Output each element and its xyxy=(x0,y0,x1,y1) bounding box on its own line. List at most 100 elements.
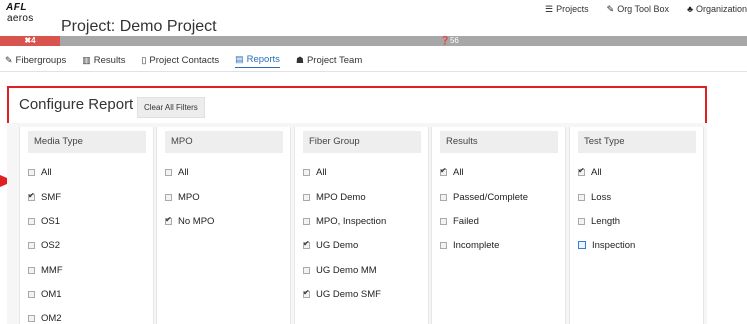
media-type-option-smf[interactable]: SMF xyxy=(28,190,61,204)
page-title: Project: Demo Project xyxy=(61,18,217,35)
results-option-incomplete[interactable]: Incomplete xyxy=(440,238,499,252)
media-type-option-os1[interactable]: OS1 xyxy=(28,214,60,228)
checkbox[interactable] xyxy=(303,193,310,201)
checkbox[interactable] xyxy=(28,241,35,249)
media-type-option-os2[interactable]: OS2 xyxy=(28,238,60,252)
report-icon: ▤ xyxy=(235,54,244,64)
option-label: MPO Demo xyxy=(316,191,366,203)
list-icon: ☰ xyxy=(545,3,554,14)
tab-label: Fibergroups xyxy=(15,54,67,66)
test-type-column: Test Type All Loss Length Inspection xyxy=(569,127,704,324)
media-type-option-om1[interactable]: OM1 xyxy=(28,287,62,301)
test-type-option-length[interactable]: Length xyxy=(578,214,620,228)
option-label: No MPO xyxy=(178,215,215,227)
alert-count-badge[interactable]: ✖4 xyxy=(0,36,60,46)
mpo-column: MPO All MPO No MPO xyxy=(156,127,291,324)
results-option-passed-complete[interactable]: Passed/Complete xyxy=(440,190,528,204)
results-column: Results All Passed/Complete Failed Incom… xyxy=(431,127,566,324)
checkbox[interactable] xyxy=(440,193,447,201)
option-label: MPO xyxy=(178,191,200,203)
option-label: All xyxy=(41,166,52,178)
checkbox[interactable] xyxy=(440,166,447,176)
tab-reports[interactable]: ▤ Reports xyxy=(235,52,280,68)
logo-brand: AFL xyxy=(6,2,27,13)
option-label: Incomplete xyxy=(453,239,500,251)
checkbox[interactable] xyxy=(28,290,35,298)
checkbox[interactable] xyxy=(578,166,585,176)
tab-project-contacts[interactable]: ▯ Project Contacts xyxy=(141,52,219,68)
fiber-group-option-mpo-demo[interactable]: MPO Demo xyxy=(303,190,366,204)
option-label: All xyxy=(453,166,464,178)
configure-report-title: Configure Report xyxy=(19,96,134,113)
option-label: UG Demo MM xyxy=(316,264,377,276)
wrench-icon: ✎ xyxy=(5,54,13,65)
media-type-option-all[interactable]: All xyxy=(28,165,52,179)
notification-bar: ✖4 ❓56 xyxy=(0,36,747,46)
mpo-option-no-mpo[interactable]: No MPO xyxy=(165,214,214,228)
tab-project-team[interactable]: ☗ Project Team xyxy=(296,52,362,68)
option-label: OM2 xyxy=(41,312,62,324)
checkbox[interactable] xyxy=(578,217,585,225)
sitemap-icon: ♣ xyxy=(687,4,693,14)
results-option-all[interactable]: All xyxy=(440,165,464,179)
fiber-group-header: Fiber Group xyxy=(303,131,421,153)
test-type-header: Test Type xyxy=(578,131,696,153)
checkbox[interactable] xyxy=(28,217,35,225)
afl-aeros-logo: AFL aeros xyxy=(6,2,46,24)
checkbox[interactable] xyxy=(28,168,35,176)
option-label: OS2 xyxy=(41,239,61,251)
tab-fibergroups[interactable]: ✎ Fibergroups xyxy=(5,52,66,68)
filter-panel: Media Type All SMF OS1 OS2 MMF OM1 OM2 M… xyxy=(7,123,707,324)
tab-label: Project Contacts xyxy=(149,54,220,66)
media-type-option-om2[interactable]: OM2 xyxy=(28,311,62,324)
option-label: OM1 xyxy=(41,288,62,300)
wrench-icon: ✎ xyxy=(606,3,615,14)
checkbox[interactable] xyxy=(165,168,172,176)
checkbox[interactable] xyxy=(303,239,310,249)
org-toolbox-link[interactable]: ✎ Org Tool Box xyxy=(607,2,669,16)
address-book-icon: ▯ xyxy=(141,54,147,65)
checkbox[interactable] xyxy=(303,168,310,176)
checkbox[interactable] xyxy=(303,266,310,274)
option-label: Failed xyxy=(453,215,479,227)
media-type-column: Media Type All SMF OS1 OS2 MMF OM1 OM2 xyxy=(19,127,154,324)
configure-report-highlight: Configure Report Clear All Filters Media… xyxy=(7,86,707,324)
projects-link[interactable]: ☰ Projects xyxy=(545,2,589,16)
media-type-option-mmf[interactable]: MMF xyxy=(28,263,63,277)
top-nav: ☰ Projects ✎ Org Tool Box ♣ Organization xyxy=(545,2,747,16)
checkbox[interactable] xyxy=(165,193,172,201)
fiber-group-option-mpo-inspection[interactable]: MPO, Inspection xyxy=(303,214,386,228)
organization-link[interactable]: ♣ Organization xyxy=(687,2,747,16)
mpo-option-mpo[interactable]: MPO xyxy=(165,190,200,204)
checkbox[interactable] xyxy=(578,241,586,249)
checkbox[interactable] xyxy=(28,266,35,274)
fiber-group-option-ug-demo-smf[interactable]: UG Demo SMF xyxy=(303,287,381,301)
checkbox[interactable] xyxy=(578,193,585,201)
test-type-option-all[interactable]: All xyxy=(578,165,602,179)
checkbox[interactable] xyxy=(303,288,310,298)
fiber-group-option-ug-demo[interactable]: UG Demo xyxy=(303,238,358,252)
option-label: MMF xyxy=(41,264,63,276)
option-label: All xyxy=(178,166,189,178)
checkbox[interactable] xyxy=(303,217,310,225)
checkbox[interactable] xyxy=(28,191,35,201)
option-label: Length xyxy=(591,215,621,227)
option-label: Passed/Complete xyxy=(453,191,528,203)
fiber-group-option-ug-demo-mm[interactable]: UG Demo MM xyxy=(303,263,377,277)
fiber-group-option-all[interactable]: All xyxy=(303,165,327,179)
bar-chart-icon: ▥ xyxy=(82,54,91,65)
tab-results[interactable]: ▥ Results xyxy=(82,52,125,68)
option-label: UG Demo SMF xyxy=(316,288,381,300)
checkbox[interactable] xyxy=(28,314,35,322)
logo-product: aeros xyxy=(7,13,34,24)
results-option-failed[interactable]: Failed xyxy=(440,214,479,228)
checkbox[interactable] xyxy=(440,241,447,249)
checkbox[interactable] xyxy=(165,215,172,225)
info-count-badge[interactable]: ❓56 xyxy=(440,36,459,46)
mpo-option-all[interactable]: All xyxy=(165,165,189,179)
clear-all-filters-button[interactable]: Clear All Filters xyxy=(137,97,205,118)
test-type-option-inspection[interactable]: Inspection xyxy=(578,238,635,252)
option-label: SMF xyxy=(41,191,62,203)
checkbox[interactable] xyxy=(440,217,447,225)
test-type-option-loss[interactable]: Loss xyxy=(578,190,611,204)
